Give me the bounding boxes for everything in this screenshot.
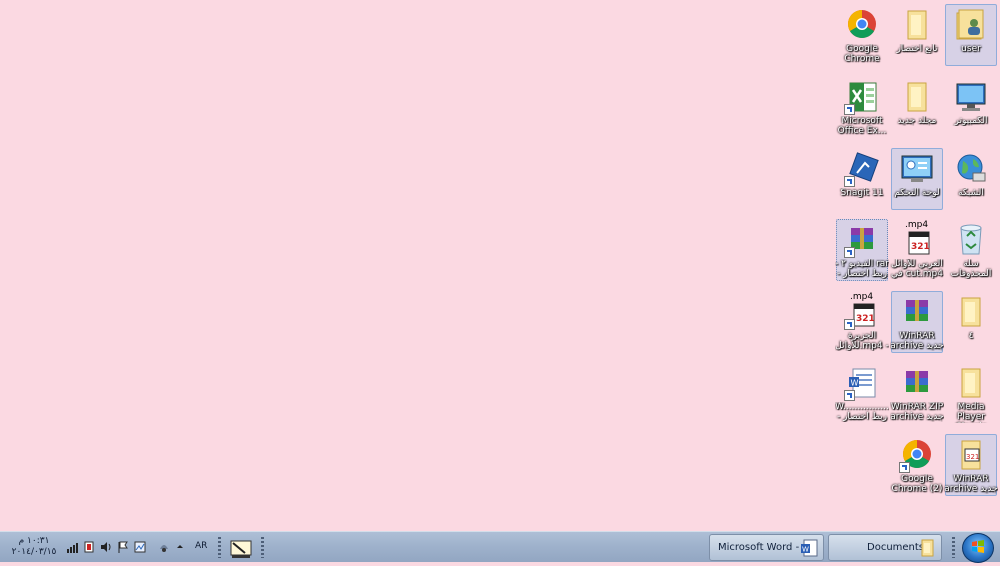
language-indicator[interactable]: AR [195,541,207,551]
desktop-icon-word-shortcut[interactable]: W W................ - ربط اختصار [835,362,889,424]
svg-text:W: W [802,546,809,554]
shortcut-arrow-icon [844,104,855,115]
desktop-icon-chrome[interactable]: Google Chrome [836,4,888,66]
toolbar-grip[interactable] [218,537,221,558]
svg-text:W: W [851,379,859,388]
shortcut-arrow-icon [844,319,855,330]
shortcut-arrow-icon [844,176,855,187]
taskbar[interactable]: ١٠:٣١ م ٢٠١٤/٠٣/١٥ AR Microsoft Word - .… [0,531,1000,563]
media-file-icon: 321 [953,437,989,473]
word-document-icon: W [844,365,880,401]
desktop-icon-network[interactable]: الشبكة [945,148,997,210]
icon-label: W................ - ربط اختصار [835,402,889,422]
icon-label: Media Player Classic [955,402,986,423]
desktop-icon-computer[interactable]: الكمبيوتر [945,76,997,138]
winrar-icon [899,365,935,401]
shortcut-arrow-icon [899,462,910,473]
volume-icon[interactable] [100,541,112,553]
desktop-icon-control-panel[interactable]: لوحة التحكم [891,148,943,210]
icon-label: user [961,44,981,54]
flag-icon[interactable] [117,541,129,553]
desktop-icon-rar-shortcut[interactable]: - الفيديو ۲ rar - ربط اختصار [835,219,889,281]
mp4-badge: .mp4 [850,292,874,302]
icon-label: WinRAR archive جديد [890,331,944,351]
globe-icon [953,151,989,187]
desktop-icon-mp4-shortcut[interactable]: 321 .mp4 الجزيرة للأوائل.mp4 - [835,291,889,353]
desktop-icon-excel[interactable]: Microsoft Office Ex... [836,76,888,138]
desktop-icon-winrar-zip[interactable]: WinRAR ZIP archive جديد [890,362,944,424]
icon-label: العربي للأوائل في cut.mp4 [891,259,943,279]
desktop-icon-media-player[interactable]: Media Player Classic [945,362,997,424]
media-file-icon: 321 .mp4 [899,220,935,258]
word-icon: W [801,539,818,557]
toolbar-grip[interactable] [261,537,264,558]
folder-icon [921,539,934,557]
icon-label: تابع اختصار [896,44,938,54]
chrome-icon [899,437,935,473]
computer-icon [953,79,989,115]
desktop-icon-recycle-bin[interactable]: سلة المحذوفات [945,219,997,281]
task-label: Microsoft Word - ... [718,542,812,553]
desktop-icon-snagit[interactable]: Snagit 11 [836,148,888,210]
taskbar-button-documents[interactable]: Documents [828,534,942,561]
shortcut-arrow-icon [844,390,855,401]
show-hidden-icons-icon[interactable] [176,541,184,553]
folder-icon [899,79,935,115]
chrome-icon [844,7,880,43]
recycle-bin-icon [953,222,989,258]
network-signal-icon[interactable] [67,541,79,553]
folder-icon [899,7,935,43]
user-folder-icon [953,7,989,43]
folder-icon [953,294,989,330]
start-button[interactable] [962,533,994,563]
svg-text:321: 321 [911,242,930,252]
icon-label: WinRAR archive جديد [944,474,998,494]
desktop-icon-mp4-cut[interactable]: 321 .mp4 العربي للأوائل في cut.mp4 [891,219,943,281]
desktop-icon-winrar-new-1[interactable]: WinRAR archive جديد [890,291,944,353]
media-file-icon: 321 .mp4 [844,292,880,330]
icon-label: Google Chrome [844,44,880,64]
action-center-icon[interactable] [83,541,95,553]
icon-label: WinRAR ZIP archive جديد [890,402,944,422]
clock-date: ٢٠١٤/٠٣/١٥ [11,547,57,557]
shortcut-arrow-icon [844,247,855,258]
system-clock[interactable]: ١٠:٣١ م ٢٠١٤/٠٣/١٥ [10,536,58,558]
app-tray-icon[interactable] [158,541,170,553]
svg-text:321: 321 [856,314,875,324]
icon-label: مجلد جديد [897,116,937,126]
desktop-icon-chrome-2[interactable]: Google Chrome (2) [891,434,943,496]
desktop-icon-winrar-new-2[interactable]: 321 WinRAR archive جديد [944,434,998,496]
icon-label: سلة المحذوفات [950,259,992,279]
control-panel-icon [899,151,935,187]
icon-label: Microsoft Office Ex... [837,116,887,136]
excel-icon [844,79,880,115]
desktop-icon-user[interactable]: user [945,4,997,66]
icon-label: Google Chrome (2) [891,474,943,494]
desktop[interactable]: user الكمبيوتر الشبكة سلة المحذوفات ٤ Me… [0,0,1000,531]
icon-label: - الفيديو ۲ rar - ربط اختصار [835,259,889,279]
desktop-icon-shortcut-folder[interactable]: تابع اختصار [891,4,943,66]
icon-label: ٤ [968,331,974,341]
folder-icon [953,365,989,401]
quick-launch-icon[interactable] [229,537,253,559]
snagit-icon [844,151,880,187]
icon-label: الشبكة [958,188,984,198]
icon-label: الكمبيوتر [954,116,988,126]
desktop-icon-new-folder[interactable]: مجلد جديد [891,76,943,138]
mp4-badge: .mp4 [905,220,929,230]
desktop-icon-folder-4[interactable]: ٤ [945,291,997,353]
svg-text:321: 321 [966,453,979,461]
display-icon[interactable] [134,541,146,553]
taskbar-button-word[interactable]: Microsoft Word - ... W [709,534,824,561]
icon-label: الجزيرة للأوائل.mp4 - [835,331,889,351]
windows-logo-icon [972,540,984,553]
task-label: Documents [867,542,925,553]
winrar-icon [899,294,935,330]
icon-label: لوحة التحكم [894,188,940,198]
icon-label: Snagit 11 [840,188,884,198]
clock-time: ١٠:٣١ م [18,536,50,546]
winrar-icon [844,222,880,258]
toolbar-grip[interactable] [952,537,955,558]
